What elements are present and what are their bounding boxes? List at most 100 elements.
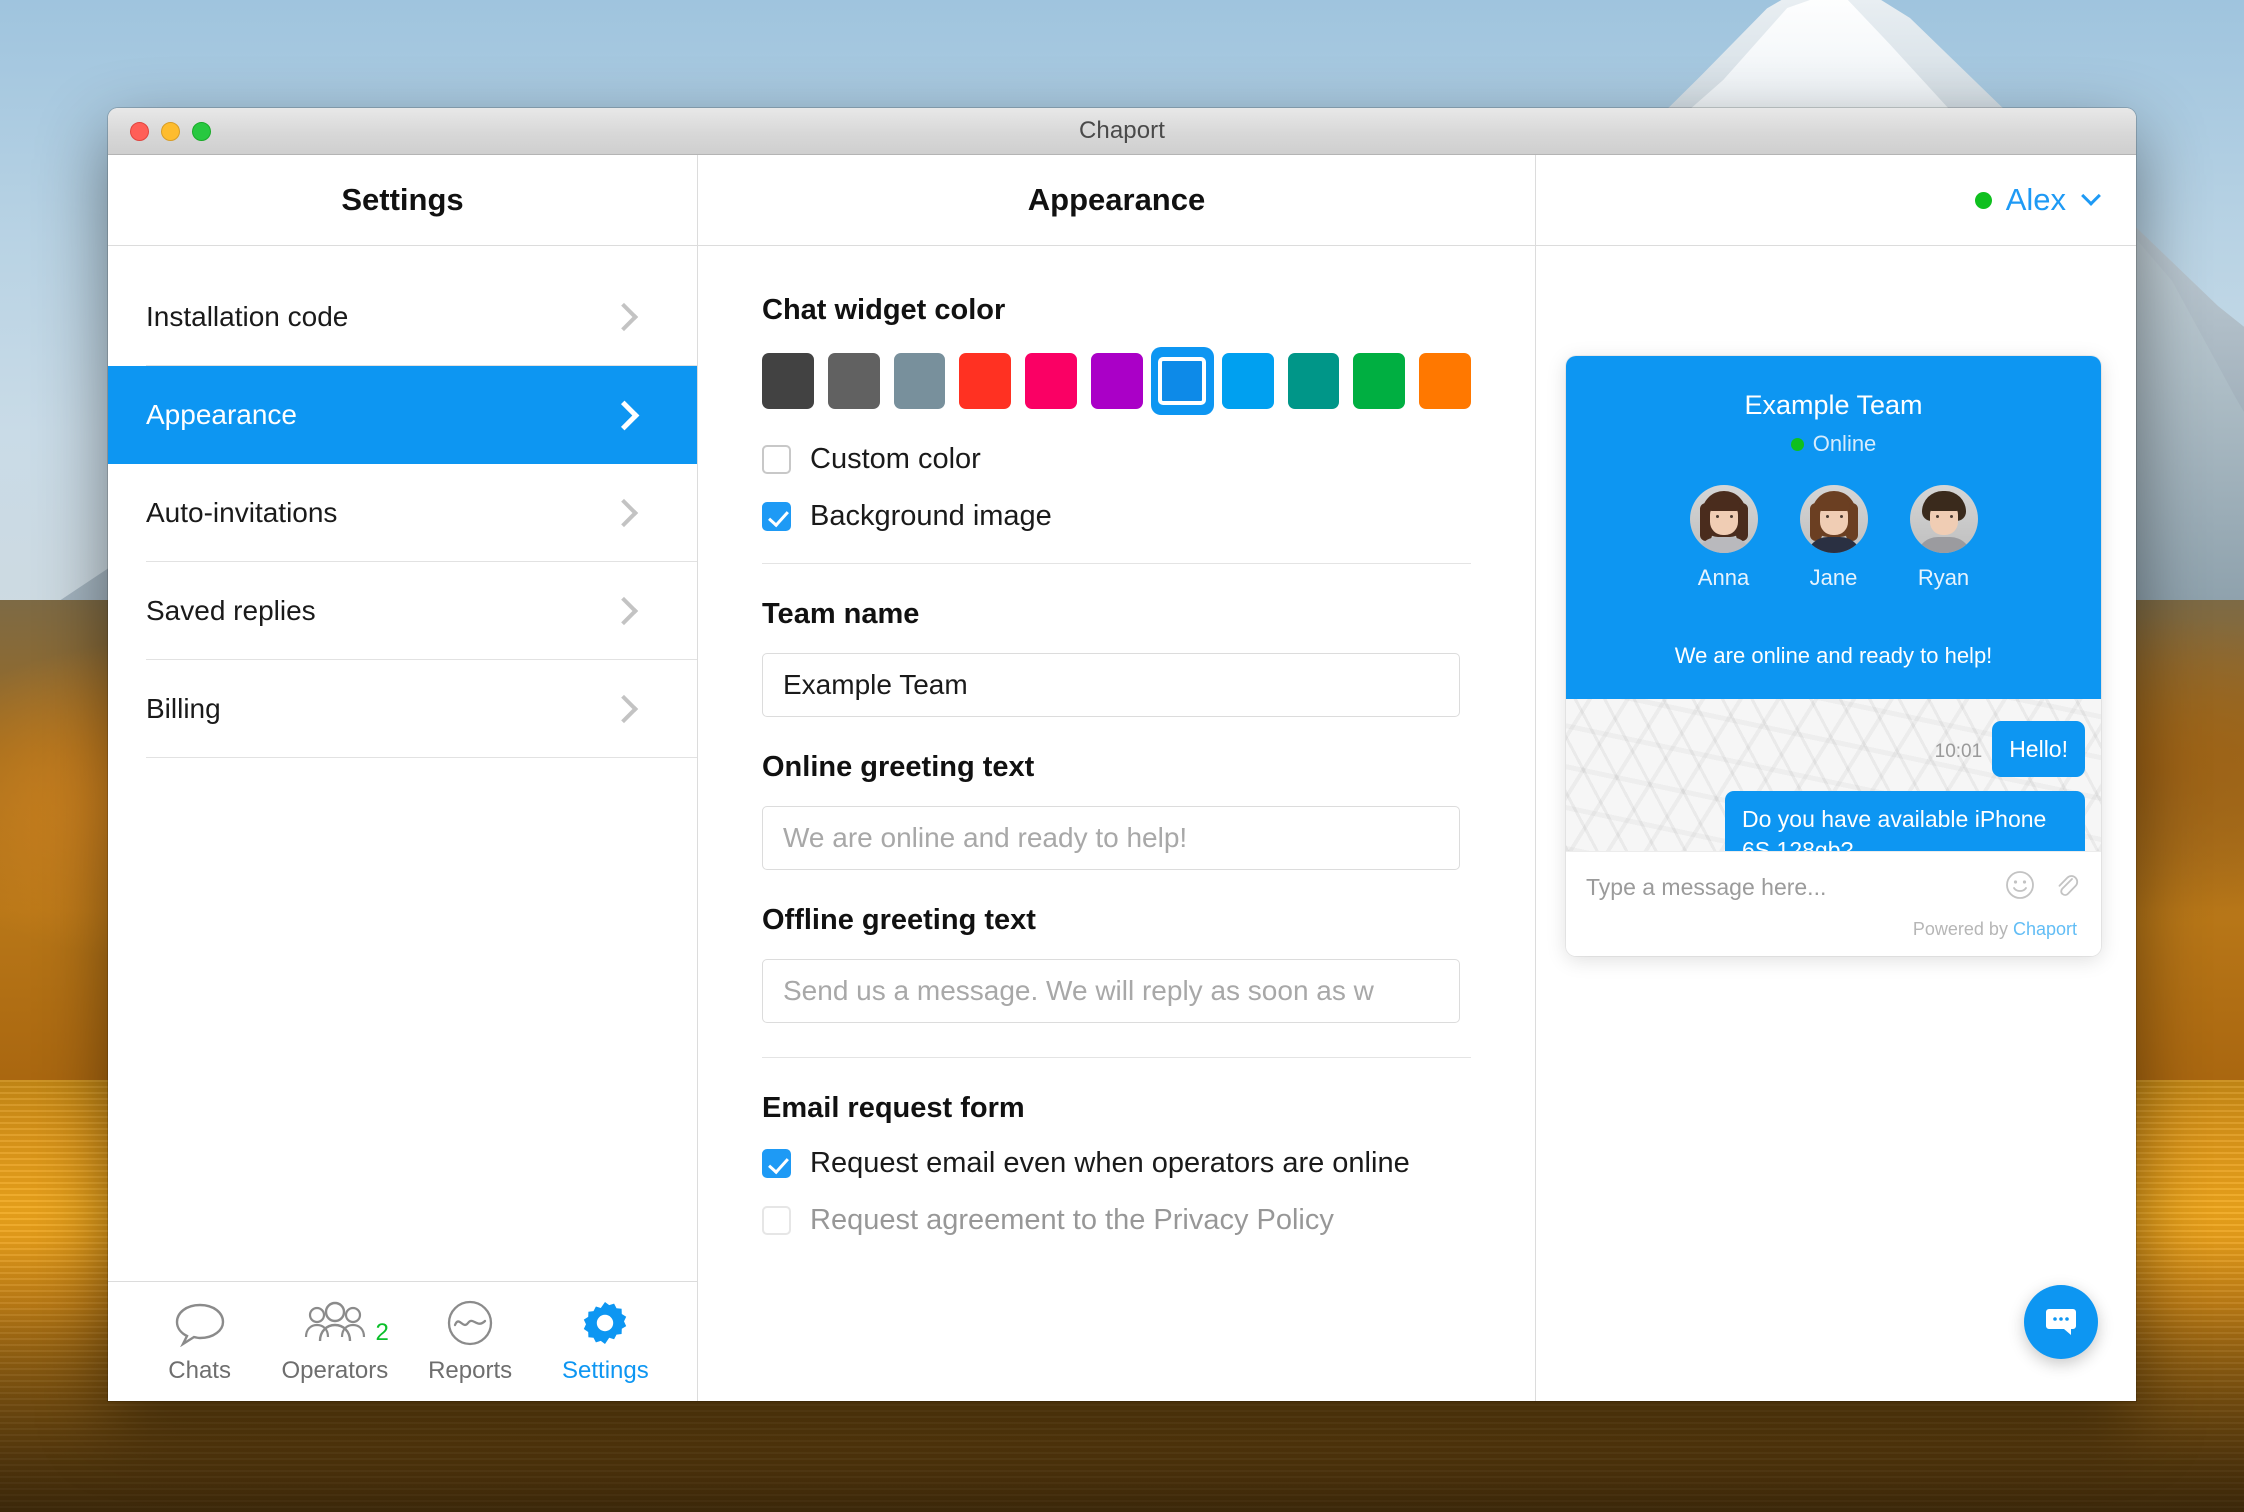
sidebar-header: Settings [108,155,697,246]
custom-color-label: Custom color [810,443,981,475]
color-swatch-purple[interactable] [1091,353,1143,409]
chevron-right-icon [614,304,629,330]
offline-greeting-input[interactable]: Send us a message. We will reply as soon… [762,959,1460,1023]
divider [146,757,697,758]
privacy-policy-label: Request agreement to the Privacy Policy [810,1204,1334,1236]
chat-bubble-icon [2046,1309,2076,1335]
operator-avatar-anna: Anna [1689,485,1758,591]
chevron-right-icon [614,500,629,526]
nav-item-label: Chats [168,1356,231,1384]
settings-sidebar: Settings Installation code Appearance Au… [108,155,698,1401]
online-greeting-input[interactable]: We are online and ready to help! [762,806,1460,870]
sidebar-item-saved-replies[interactable]: Saved replies [108,562,697,660]
color-swatch-gray[interactable] [827,353,880,409]
widget-greeting-text: We are online and ready to help! [1566,617,2101,699]
chevron-right-icon [614,402,629,428]
chat-message-row: 10:01 Hello! [1566,721,2101,778]
widget-status-label: Online [1812,431,1877,456]
nav-item-settings[interactable]: Settings [538,1299,673,1385]
widget-header: Example Team Online Anna Jane Ryan [1566,356,2101,617]
sidebar-item-label: Billing [146,693,221,724]
widget-message-input-area: Type a message here... Powered by Chapor… [1566,851,2101,956]
appearance-panel: Appearance Chat widget color Custom colo… [698,155,1536,1401]
sidebar-item-label: Installation code [146,301,349,332]
color-swatch-row [762,347,1472,415]
color-swatch-red[interactable] [959,353,1012,409]
color-swatch-green[interactable] [1353,353,1406,409]
avatar [1799,485,1868,553]
request-email-checkbox[interactable] [762,1149,791,1178]
request-email-row[interactable]: Request email even when operators are on… [762,1147,1471,1180]
color-swatch-light-blue[interactable] [1221,353,1274,409]
sidebar-item-installation-code[interactable]: Installation code [108,268,697,366]
window-titlebar: Chaport [108,108,2136,155]
powered-by-prefix: Powered by [1912,919,2013,939]
team-name-label: Team name [762,598,920,630]
emoji-icon[interactable] [2005,870,2035,905]
selected-indicator [1158,357,1207,405]
appearance-settings-form: Chat widget color Custom color Backgroun… [698,246,1535,1401]
color-swatch-pink[interactable] [1025,353,1078,409]
message-bubble-visitor: Do you have available iPhone 6S 128gb? [1725,791,2085,851]
preview-panel: Alex Example Team Online Anna Jane Ryan … [1536,155,2136,1401]
nav-item-label: Settings [562,1356,649,1384]
chat-message-row: Do you have available iPhone 6S 128gb? [1566,791,2101,851]
nav-item-reports[interactable]: Reports [403,1299,538,1385]
chevron-right-icon [614,696,629,722]
operator-avatar-ryan: Ryan [1909,485,1978,591]
nav-item-label: Reports [428,1356,513,1384]
widget-message-input[interactable]: Type a message here... [1586,874,2005,901]
sidebar-item-label: Saved replies [146,595,316,626]
team-name-input[interactable]: Example Team [762,653,1460,717]
message-bubble-visitor: Hello! [1992,721,2085,778]
attachment-icon[interactable] [2051,870,2081,905]
widget-input-line[interactable]: Type a message here... [1586,870,2081,905]
widget-preview-area: Example Team Online Anna Jane Ryan We ar… [1536,246,2136,1401]
section-divider [762,563,1471,564]
privacy-policy-checkbox[interactable] [762,1206,791,1235]
nav-item-chats[interactable]: Chats [132,1299,267,1385]
sidebar-item-billing[interactable]: Billing [108,660,697,758]
operators-count-badge: 2 [375,1318,389,1346]
offline-greeting-label: Offline greeting text [762,904,1036,936]
speech-bubble-icon [174,1299,226,1347]
color-swatch-orange[interactable] [1419,353,1472,409]
email-request-form-title: Email request form [762,1092,1025,1124]
chevron-down-icon[interactable] [2081,186,2101,206]
chaport-app-window: Chaport Settings Installation code Appea… [108,108,2136,1401]
section-divider [762,1057,1471,1058]
chaport-link[interactable]: Chaport [2013,919,2077,939]
operator-name: Jane [1809,565,1858,590]
chat-launcher-button[interactable] [2024,1285,2098,1359]
background-image-checkbox[interactable] [762,502,791,531]
operator-name: Anna [1697,565,1750,590]
gear-icon [581,1299,629,1347]
nav-item-operators[interactable]: 2 Operators [267,1299,402,1385]
online-greeting-label: Online greeting text [762,751,1035,783]
sidebar-item-auto-invitations[interactable]: Auto-invitations [108,464,697,562]
app-body: Settings Installation code Appearance Au… [108,155,2136,1401]
people-group-icon: 2 [303,1299,389,1347]
custom-color-row[interactable]: Custom color [762,443,1471,476]
sidebar-item-label: Auto-invitations [146,497,338,528]
avatar [1689,485,1758,553]
chevron-right-icon [614,598,629,624]
account-name[interactable]: Alex [2006,182,2066,218]
request-email-label: Request email even when operators are on… [810,1147,1410,1179]
window-title: Chaport [1078,117,1166,144]
privacy-policy-row[interactable]: Request agreement to the Privacy Policy [762,1204,1471,1237]
avatar [1909,485,1978,553]
account-header: Alex [1536,155,2136,246]
powered-by-label: Powered by Chaport [1586,905,2081,946]
background-image-row[interactable]: Background image [762,500,1471,533]
widget-online-dot [1790,437,1804,451]
online-status-dot [1974,191,1992,209]
color-swatch-blue-selected[interactable] [1150,347,1214,415]
color-swatch-charcoal[interactable] [762,353,814,409]
color-swatch-teal[interactable] [1287,353,1340,409]
chat-widget-color-title: Chat widget color [762,294,1006,326]
sidebar-item-appearance[interactable]: Appearance [108,366,697,464]
custom-color-checkbox[interactable] [762,445,791,474]
message-time: 10:01 [1934,741,1983,763]
color-swatch-slate[interactable] [893,353,946,409]
